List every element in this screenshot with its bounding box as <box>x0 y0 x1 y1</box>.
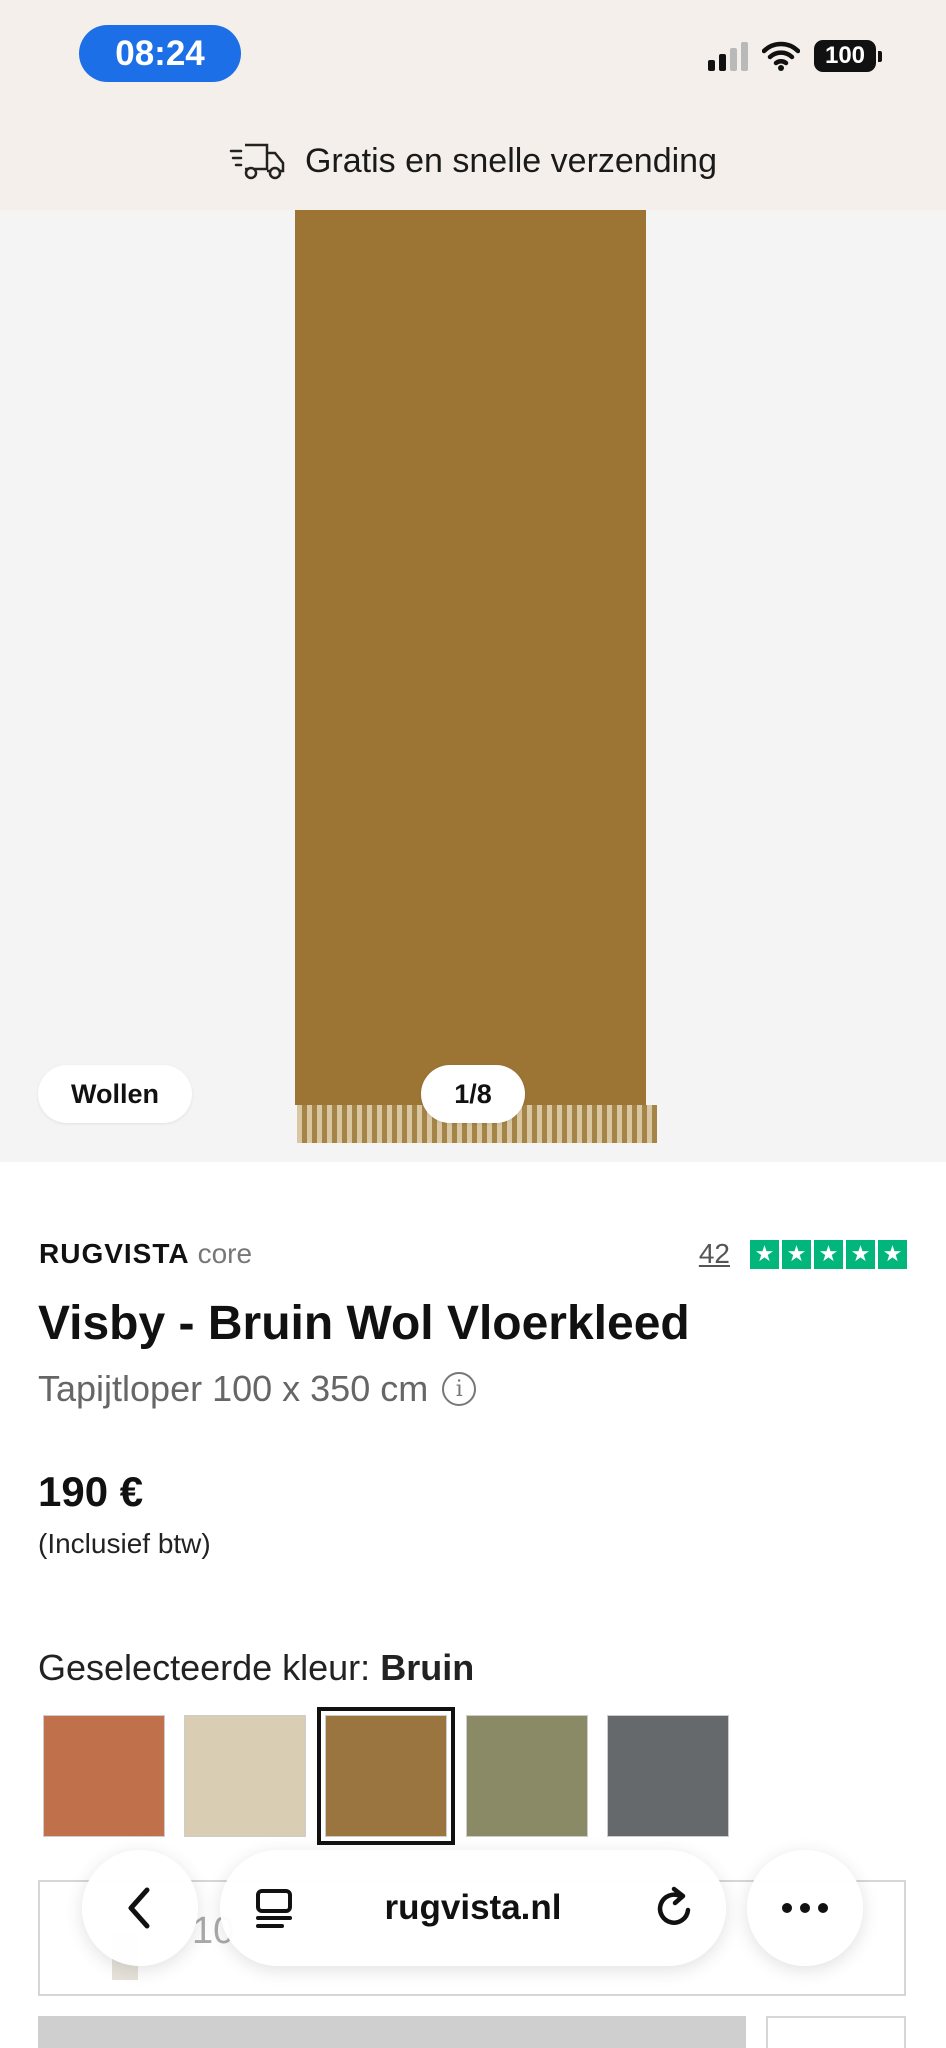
star-icon: ★ <box>782 1239 811 1269</box>
wishlist-button[interactable] <box>766 2016 906 2048</box>
star-icon: ★ <box>878 1239 907 1269</box>
browser-toolbar: rugvista.nl <box>0 1842 946 1972</box>
vat-note: (Inclusief btw) <box>38 1528 211 1559</box>
brand-name: RUGVISTA <box>39 1238 190 1269</box>
review-count-link[interactable]: 42 <box>699 1238 730 1270</box>
reload-icon[interactable] <box>652 1886 696 1930</box>
product-size-row: Tapijtloper 100 x 350 cm i <box>38 1368 477 1410</box>
back-button[interactable] <box>82 1850 198 1966</box>
battery-level: 100 <box>814 40 876 72</box>
color-swatch[interactable] <box>607 1715 729 1837</box>
more-button[interactable] <box>747 1850 863 1966</box>
trustpilot-stars: ★ ★ ★ ★ ★ <box>750 1239 907 1269</box>
color-swatch[interactable] <box>43 1715 165 1837</box>
shipping-banner[interactable]: Gratis en snelle verzending <box>0 130 946 192</box>
material-badge: Wollen <box>38 1065 192 1123</box>
color-swatches <box>43 1707 729 1845</box>
image-counter: 1/8 <box>421 1065 525 1123</box>
product-image-gallery[interactable]: Wollen 1/8 <box>0 210 946 1162</box>
color-swatch[interactable] <box>466 1715 588 1837</box>
rating[interactable]: 42 ★ ★ ★ ★ ★ <box>699 1238 907 1270</box>
chevron-left-icon <box>128 1887 150 1929</box>
product-page: 08:24 100 Gratis en snelle verzending Wo… <box>0 0 946 2048</box>
shipping-banner-text: Gratis en snelle verzending <box>304 141 717 180</box>
product-subtitle: Tapijtloper 100 x 350 cm <box>38 1368 429 1409</box>
top-area: 08:24 100 Gratis en snelle verzending <box>0 0 946 210</box>
cellular-signal-icon <box>708 41 748 71</box>
color-label-text: Geselecteerde kleur: <box>38 1647 371 1688</box>
url-text: rugvista.nl <box>384 1888 562 1927</box>
star-icon: ★ <box>814 1239 843 1269</box>
product-title: Visby - Bruin Wol Vloerkleed <box>38 1297 690 1350</box>
color-label: Geselecteerde kleur: Bruin <box>38 1647 474 1689</box>
info-icon[interactable]: i <box>442 1372 477 1406</box>
address-bar[interactable]: rugvista.nl <box>220 1850 726 1966</box>
selected-color: Bruin <box>380 1647 475 1688</box>
add-to-cart-button[interactable] <box>38 2016 746 2048</box>
ellipsis-icon <box>782 1903 828 1913</box>
brand[interactable]: RUGVISTA core <box>39 1238 252 1270</box>
color-swatch[interactable] <box>317 1707 455 1845</box>
truck-icon <box>229 143 285 180</box>
star-icon: ★ <box>846 1239 875 1269</box>
brand-collection: core <box>197 1238 253 1269</box>
product-price: 190 € <box>38 1468 144 1515</box>
star-icon: ★ <box>750 1239 779 1269</box>
wifi-icon <box>762 41 800 71</box>
status-icons: 100 <box>708 40 882 72</box>
color-swatch[interactable] <box>184 1715 306 1837</box>
battery-icon: 100 <box>814 40 882 72</box>
product-image[interactable] <box>295 210 646 1105</box>
status-time: 08:24 <box>79 25 241 82</box>
